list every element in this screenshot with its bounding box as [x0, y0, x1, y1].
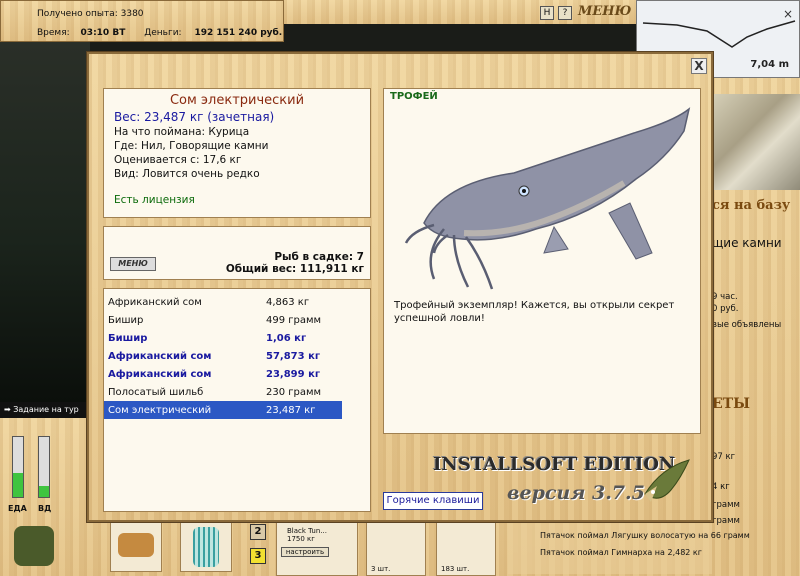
- task-label: Задание на тур: [13, 405, 79, 414]
- catch-row[interactable]: Сом электрический 23,487 кг: [104, 401, 342, 419]
- hook-count: 3 шт.: [371, 565, 391, 573]
- catch-fish-name: Бишир: [108, 332, 148, 344]
- experience-value: 3380: [120, 9, 144, 19]
- catch-row[interactable]: Бишир 1,06 кг: [104, 329, 342, 347]
- catfish-image: [404, 107, 691, 290]
- info-line-2: 0 руб.: [712, 304, 739, 314]
- slot-2-button[interactable]: 2: [250, 524, 266, 540]
- location-satellite-image: [712, 94, 800, 190]
- hook-slot[interactable]: 3 шт.: [366, 522, 426, 576]
- close-button[interactable]: X: [691, 58, 707, 74]
- catch-fish-name: Африканский сом: [108, 368, 212, 380]
- total-weight: Общий вес: 111,911 кг: [225, 263, 364, 275]
- catch-fish-name: Сом электрический: [108, 404, 212, 416]
- drink-gauge: [38, 436, 50, 498]
- catch-fish-weight: 230 грамм: [266, 386, 322, 398]
- location-info: Где: Нил, Говорящие камни: [114, 140, 269, 152]
- catch-row[interactable]: Африканский сом 23,899 кг: [104, 365, 342, 383]
- hotkeys-button[interactable]: Горячие клавиши: [383, 492, 483, 510]
- right-weight-1: 97 кг: [712, 452, 736, 462]
- depth-readout: 7,04 m: [750, 59, 789, 70]
- catch-fish-weight: 4,863 кг: [266, 296, 310, 308]
- money-label: Деньги:: [144, 28, 182, 38]
- species-info: Вид: Ловится очень редко: [114, 168, 260, 180]
- section-title: ЕТЫ: [712, 396, 750, 412]
- trophy-photo-panel: ТРОФЕЙ Трофейный экземпляр! Кажется, вы …: [383, 88, 701, 434]
- bag-icon[interactable]: [14, 526, 54, 566]
- catch-fish-weight: 57,873 кг: [266, 350, 321, 362]
- info-line-1: 9 час.: [712, 292, 738, 302]
- keepnet-summary: МЕНЮ Рыб в садке: 7 Общий вес: 111,911 к…: [103, 226, 371, 280]
- time-value: 03:10 ВТ: [80, 28, 126, 38]
- time-label: Время:: [37, 28, 70, 38]
- right-weight-4: грамм: [712, 516, 740, 526]
- arrow-right-icon: ➡: [4, 405, 11, 414]
- catch-fish-name: Полосатый шильб: [108, 386, 204, 398]
- close-icon[interactable]: ×: [783, 7, 793, 21]
- fish-weight: Вес: 23,487 кг (зачетная): [114, 110, 275, 124]
- setup-button[interactable]: настроить: [281, 547, 329, 557]
- food-label: ЕДА: [8, 504, 27, 513]
- keepnet-menu-button[interactable]: МЕНЮ: [110, 257, 156, 271]
- right-weight-2: 4 кг: [712, 482, 730, 492]
- bait-info: На что поймана: Курица: [114, 126, 250, 138]
- license-status: Есть лицензия: [114, 194, 195, 206]
- slot-3-button[interactable]: 3: [250, 548, 266, 564]
- catch-fish-name: Африканский сом: [108, 296, 202, 308]
- catch-fish-weight: 499 грамм: [266, 314, 322, 326]
- drink-label: ВД: [38, 504, 52, 513]
- go-to-base-banner[interactable]: ся на базу: [712, 198, 790, 213]
- fish-info-panel: Сом электрический Вес: 23,487 кг (зачетн…: [103, 88, 371, 218]
- fish-name: Сом электрический: [169, 93, 305, 108]
- experience-label: Получено опыта:: [37, 9, 118, 19]
- water-scene: [0, 42, 90, 402]
- pike-logo-icon: [641, 450, 701, 510]
- basket-slot[interactable]: [110, 522, 162, 572]
- basket-icon: [118, 533, 154, 557]
- tackle-weight: 1750 кг: [287, 535, 315, 543]
- tackle-slot[interactable]: Black Tun... 1750 кг настроить: [276, 522, 358, 576]
- help-button[interactable]: ?: [558, 6, 572, 20]
- tackle-name: Black Tun...: [287, 527, 327, 535]
- catch-fish-weight: 1,06 кг: [266, 332, 307, 344]
- h-button[interactable]: H: [540, 6, 554, 20]
- valued-info: Оценивается с: 17,6 кг: [114, 154, 242, 166]
- catch-fish-name: Бишир: [108, 314, 144, 326]
- catch-row[interactable]: Бишир 499 грамм: [104, 311, 342, 329]
- edition-title: INSTALLSOFT EDITION: [433, 454, 676, 475]
- trophy-dialog: X Сом электрический Вес: 23,487 кг (заче…: [87, 52, 713, 522]
- location-name: щие камни: [712, 236, 782, 250]
- money-value: 192 151 240 руб.: [194, 28, 283, 38]
- keepnet-slot[interactable]: [180, 522, 232, 572]
- message-2: Пятачок поймал Гимнарха на 2,482 кг: [540, 548, 702, 557]
- catch-list: Африканский сом 4,863 кг Бишир 499 грамм Биш…: [103, 288, 371, 512]
- catch-fish-weight: 23,487 кг: [266, 404, 316, 416]
- keepnet-icon: [193, 527, 219, 567]
- top-menu-button[interactable]: МЕНЮ: [578, 4, 631, 19]
- catch-fish-name: Африканский сом: [108, 350, 212, 362]
- catch-fish-weight: 23,899 кг: [266, 368, 321, 380]
- trophy-tag: ТРОФЕЙ: [390, 91, 438, 102]
- catch-row[interactable]: Полосатый шильб 230 грамм: [104, 383, 342, 401]
- bait-slot[interactable]: 183 шт.: [436, 522, 496, 576]
- catch-rows: Африканский сом 4,863 кг Бишир 499 грамм Биш…: [104, 293, 370, 419]
- message-1: Пятачок поймал Лягушку волосатую на 66 г…: [540, 531, 750, 540]
- info-line-3: вые объявлены: [712, 320, 782, 330]
- trophy-description: Трофейный экземпляр! Кажется, вы открыли…: [394, 300, 675, 324]
- food-gauge: [12, 436, 24, 498]
- version-label: версия 3.7.5: [507, 482, 645, 504]
- fish-count: Рыб в садке: 7: [274, 251, 364, 263]
- status-bar: Получено опыта: 3380 Время: 03:10 ВТ Ден…: [0, 0, 284, 42]
- catch-row[interactable]: Африканский сом 57,873 кг: [104, 347, 342, 365]
- right-weight-3: грамм: [712, 500, 740, 510]
- catch-row[interactable]: Африканский сом 4,863 кг: [104, 293, 342, 311]
- task-bar[interactable]: ➡ Задание на тур: [0, 402, 90, 418]
- bait-count: 183 шт.: [441, 565, 470, 573]
